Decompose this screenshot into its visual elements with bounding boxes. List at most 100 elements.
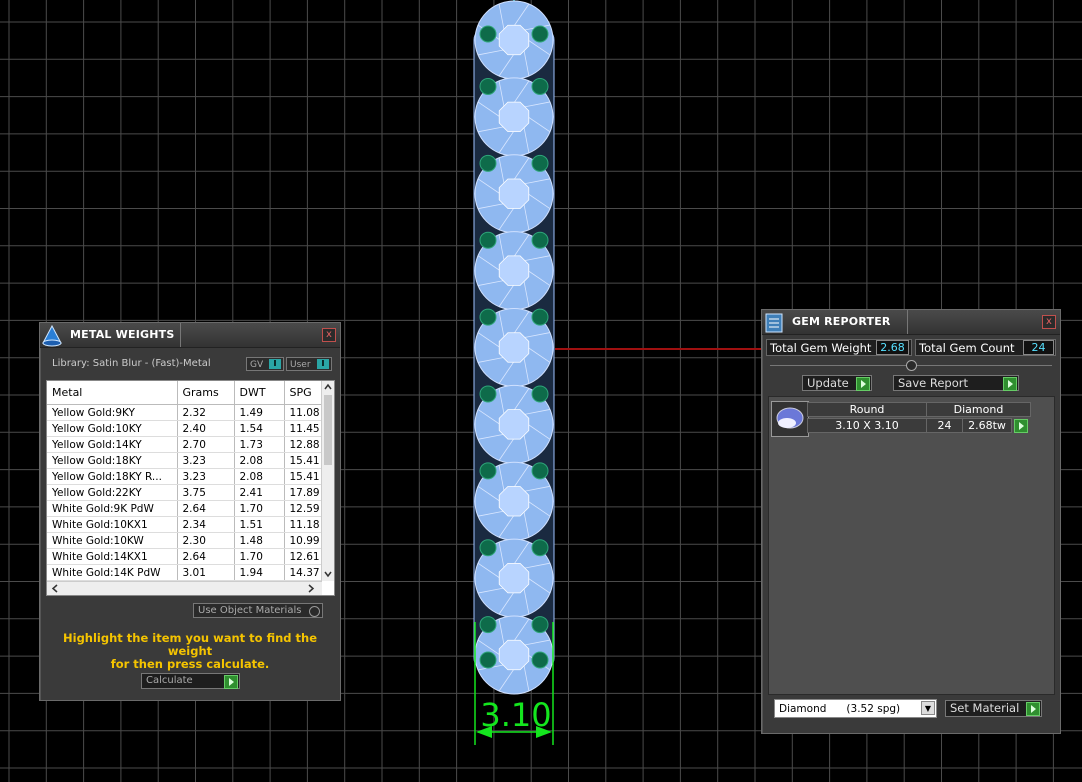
panel-title: METAL WEIGHTS [70,328,175,341]
prong-bead [531,651,549,669]
material-select[interactable]: Diamond (3.52 spg) ▼ [774,699,937,718]
library-label: Library: Satin Blur - (Fast)-Metal [52,358,211,369]
metal-table[interactable]: Metal Grams DWT SPG Yellow Gold:9KY 2.32 1… [46,380,335,596]
set-material-button[interactable]: Set Material [945,700,1042,717]
toggle-knob-icon: I [317,359,329,369]
table-row[interactable]: Yellow Gold:14KY 2.70 1.73 12.88 [47,436,331,453]
table-row[interactable]: White Gold:10KX1 2.34 1.51 11.18 [47,516,331,533]
scroll-arrows-icon [324,383,332,578]
prong-bead [531,462,549,480]
prong-bead [479,385,497,403]
eternity-band-model[interactable] [473,0,555,695]
gem-weight-cell: 2.68tw [962,418,1012,433]
cell-dwt: 1.70 [234,500,285,517]
gem-table-facet [498,409,530,440]
gem-table-facet [498,562,530,594]
prong-bead [531,25,549,43]
gem-table-facet [498,101,530,133]
table-row[interactable]: White Gold:10KW 2.30 1.48 10.99 [47,532,331,549]
table-row[interactable]: White Gold:14K PdW 3.01 1.94 14.37 [47,564,331,581]
gem-report-area[interactable]: Round Diamond 3.10 X 3.10 24 2.68tw [768,396,1055,695]
prong-bead [479,616,497,634]
prong-bead [479,154,497,172]
save-report-label: Save Report [898,376,969,390]
gem-table-facet [498,178,530,209]
table-row[interactable]: Yellow Gold:22KY 3.75 2.41 17.89 [47,484,331,501]
cell-grams: 3.75 [177,484,235,501]
cell-dwt: 1.70 [234,548,285,565]
table-row[interactable]: Yellow Gold:18KY R... 3.23 2.08 15.41 [47,468,331,485]
gv-label: GV [250,360,264,370]
prong-bead [531,231,549,249]
gv-toggle[interactable]: GV I [246,357,284,371]
cell-dwt: 2.08 [234,452,285,469]
play-icon [1003,377,1017,391]
table-row[interactable]: Yellow Gold:18KY 3.23 2.08 15.41 [47,452,331,469]
cell-metal: Yellow Gold:9KY [47,404,178,421]
user-label: User [290,360,311,370]
close-icon[interactable]: x [1042,315,1056,329]
play-icon [856,377,870,391]
gem-table-facet [498,255,530,286]
update-label: Update [807,376,849,390]
prong-bead [479,539,497,557]
prong-bead [531,154,549,172]
splitter-handle[interactable] [770,360,1052,371]
cell-dwt: 1.94 [234,564,285,581]
gem-table-facet [498,332,530,363]
vertical-scrollbar[interactable] [321,381,334,581]
cell-dwt: 2.08 [234,468,285,485]
metal-weights-titlebar[interactable]: METAL WEIGHTS x [40,323,340,348]
use-object-materials-toggle[interactable]: Use Object Materials [193,603,323,618]
instruction-line-1: Highlight the item you want to find the … [63,631,317,658]
close-icon[interactable]: x [322,328,336,342]
cell-grams: 3.23 [177,452,235,469]
user-toggle[interactable]: User I [286,357,332,371]
cell-grams: 3.23 [177,468,235,485]
gem-size-cell: 3.10 X 3.10 [807,418,927,433]
calculate-label: Calculate [146,675,193,686]
save-report-button[interactable]: Save Report [893,375,1019,391]
toggle-knob-icon: I [269,359,281,369]
table-row[interactable]: Yellow Gold:10KY 2.40 1.54 11.45 [47,420,331,437]
prong-bead [479,77,497,95]
cell-metal: Yellow Gold:22KY [47,484,178,501]
column-header-grams[interactable]: Grams [177,381,235,405]
cell-metal: Yellow Gold:18KY [47,452,178,469]
calculate-button[interactable]: Calculate [141,673,240,689]
cell-grams: 3.01 [177,564,235,581]
cell-grams: 2.30 [177,532,235,549]
material-select-value: Diamond (3.52 spg) [779,703,901,715]
table-row[interactable]: White Gold:14KX1 2.64 1.70 12.61 [47,548,331,565]
column-header-dwt[interactable]: DWT [234,381,285,405]
cell-dwt: 2.41 [234,484,285,501]
gem-reporter-titlebar[interactable]: GEM REPORTER x [762,310,1060,335]
prong-bead [479,231,497,249]
cell-metal: Yellow Gold:14KY [47,436,178,453]
prong-bead [479,25,497,43]
table-row[interactable]: White Gold:9K PdW 2.64 1.70 12.59 [47,500,331,517]
prong-bead [531,616,549,634]
cell-metal: White Gold:10KX1 [47,516,178,533]
gem-reporter-panel: GEM REPORTER x Total Gem Weight 2.68 Tot… [761,309,1061,734]
update-button[interactable]: Update [802,375,872,391]
horizontal-scrollbar[interactable] [47,581,322,595]
prong-bead [531,385,549,403]
cell-grams: 2.34 [177,516,235,533]
cell-dwt: 1.54 [234,420,285,437]
play-icon [1014,419,1028,433]
gem-row-action-button[interactable] [1013,418,1029,433]
round-diamond-icon [771,401,809,437]
prong-bead [531,77,549,95]
instruction-line-2: for then press calculate. [110,657,270,671]
cell-grams: 2.64 [177,500,235,517]
chevron-down-icon[interactable]: ▼ [921,701,935,715]
column-header-metal[interactable]: Metal [47,381,178,405]
cell-dwt: 1.73 [234,436,285,453]
table-row[interactable]: Yellow Gold:9KY 2.32 1.49 11.08 [47,404,331,421]
gem-shape-cell: Round [807,402,927,417]
dimension-label: 3.10 [480,696,551,734]
cell-dwt: 1.49 [234,404,285,421]
prong-bead [531,539,549,557]
cell-grams: 2.64 [177,548,235,565]
